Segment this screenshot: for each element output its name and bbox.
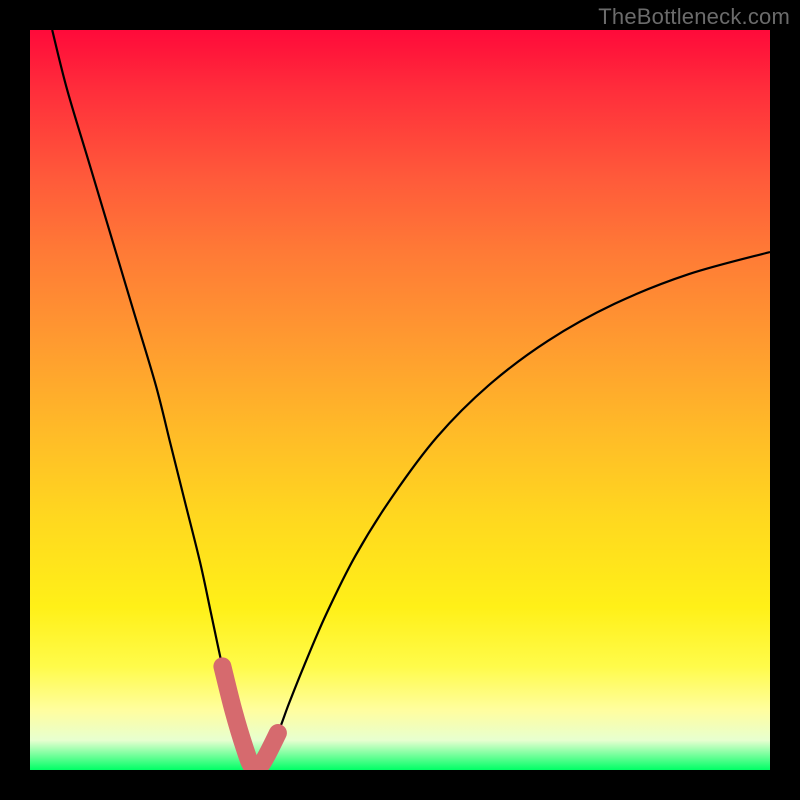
chart-frame: TheBottleneck.com [0,0,800,800]
watermark-text: TheBottleneck.com [598,4,790,30]
optimum-highlight [222,666,278,768]
bottleneck-curve [52,30,770,768]
chart-svg [30,30,770,770]
chart-plot-area [30,30,770,770]
